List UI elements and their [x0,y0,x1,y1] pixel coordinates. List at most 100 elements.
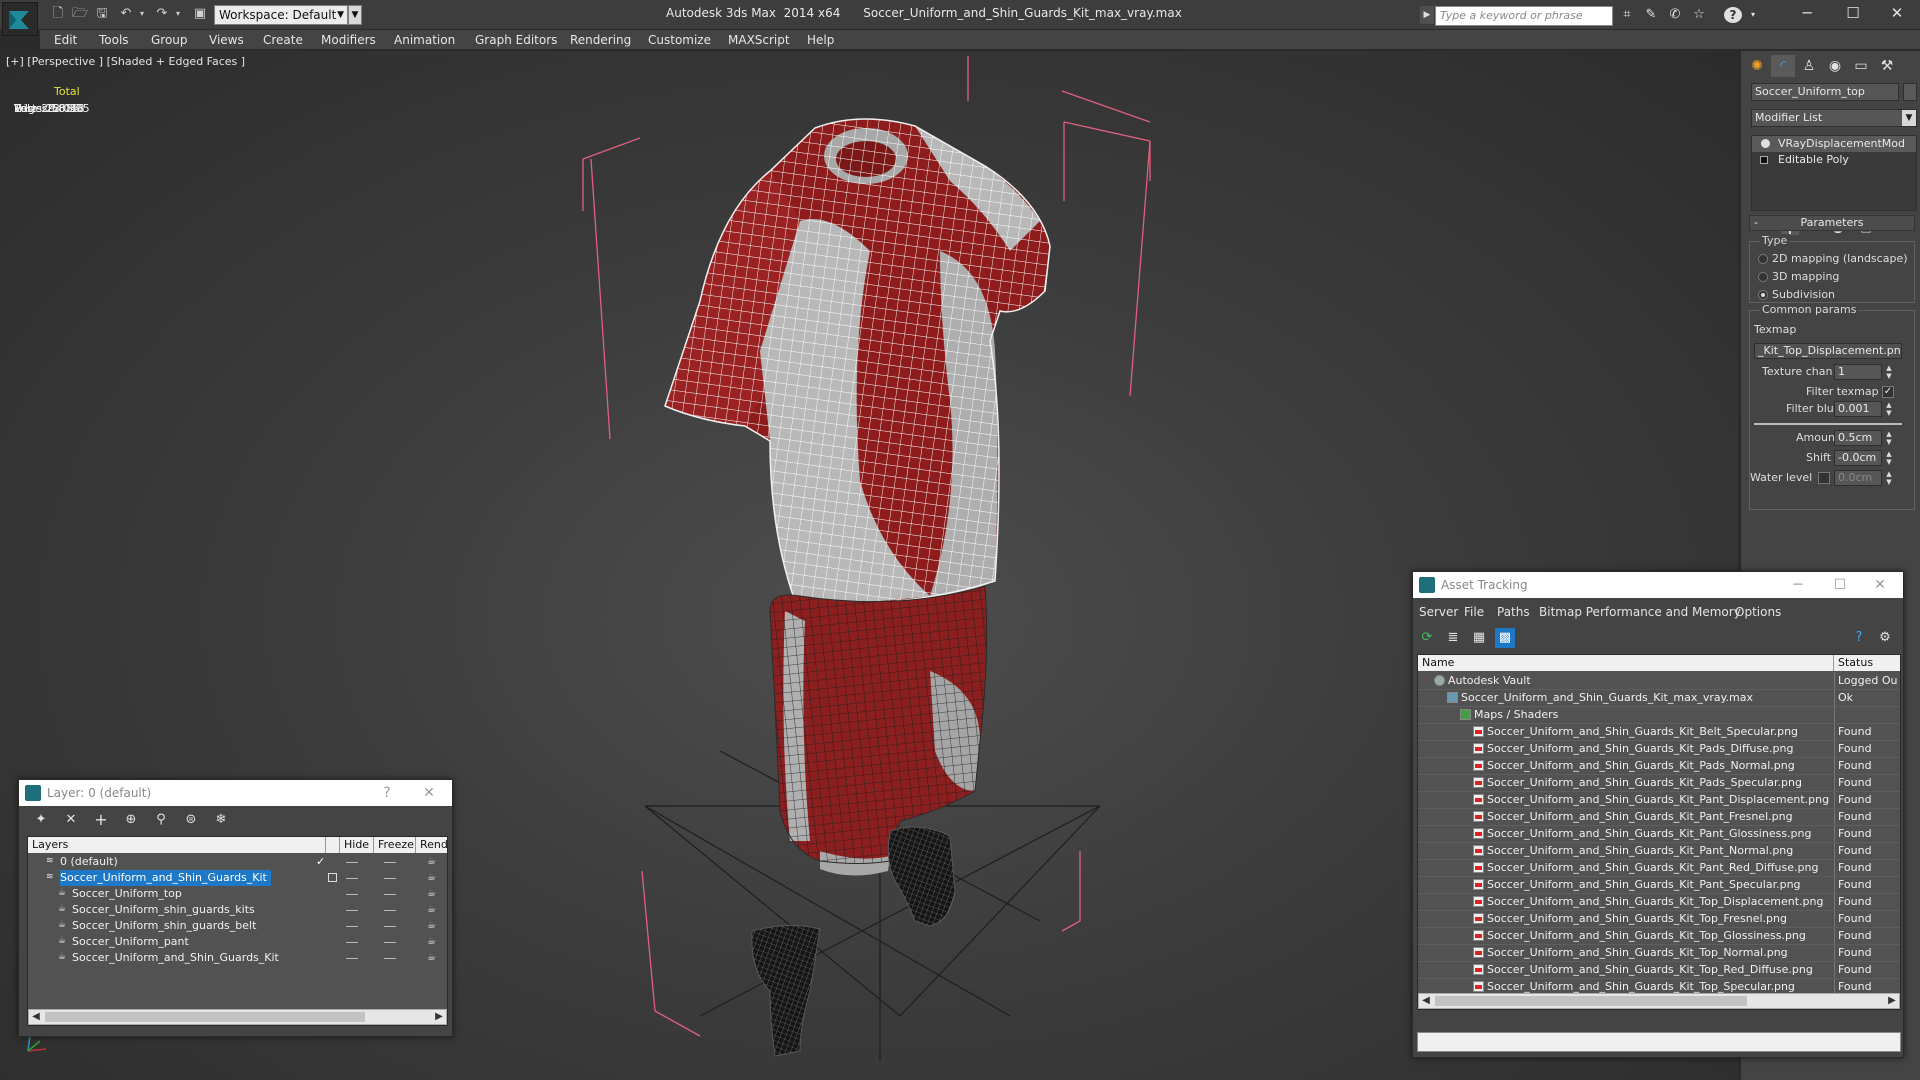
freeze-toggle[interactable] [384,862,396,863]
layer-row[interactable]: ☕ Soccer_Uniform_pant ☕ [28,934,447,950]
hide-toggle[interactable] [346,894,358,895]
radio-subdivision[interactable]: Subdivision [1758,288,1835,302]
radio-2d-mapping[interactable]: 2D mapping (landscape) [1758,252,1908,266]
asset-row[interactable]: Soccer_Uniform_and_Shin_Guards_Kit_Pant_… [1418,859,1900,876]
freeze-toggle[interactable] [384,910,396,911]
expand-icon[interactable] [1760,156,1768,164]
col-render[interactable]: Render [416,837,447,853]
viewport-label[interactable]: [+] [Perspective ] [Shaded + Edged Faces… [6,55,245,68]
layer-row[interactable]: ≋ 0 (default) ✓ ☕ [28,854,447,870]
col-layers[interactable]: Layers [28,837,326,853]
project-folder-icon[interactable]: ▣ [192,6,208,22]
refresh-icon[interactable]: ⟳ [1417,628,1437,648]
object-name-field[interactable]: Soccer_Uniform_top [1751,83,1899,101]
asset-row[interactable]: Soccer_Uniform_and_Shin_Guards_Kit_Pant_… [1418,808,1900,825]
stack-item-editable-poly[interactable]: Editable Poly [1752,152,1916,168]
menu-paths[interactable]: Paths [1497,605,1530,619]
scroll-right-icon[interactable]: ▶ [1885,994,1899,1008]
asset-row[interactable]: Soccer_Uniform_and_Shin_Guards_Kit_Pant_… [1418,842,1900,859]
asset-h-scrollbar[interactable]: ◀ ▶ [1418,993,1900,1009]
new-layer-icon[interactable]: ✦ [31,810,51,830]
asset-row[interactable]: Soccer_Uniform_and_Shin_Guards_Kit_Top_R… [1418,961,1900,978]
render-teapot-icon[interactable]: ☕ [427,870,436,886]
asset-row[interactable]: Soccer_Uniform_and_Shin_Guards_Kit_Pant_… [1418,791,1900,808]
menu-graph-editors[interactable]: Graph Editors [475,32,557,48]
texmap-button[interactable]: _Kit_Top_Displacement.png) [1754,343,1902,359]
menu-tools[interactable]: Tools [99,32,129,48]
asset-row[interactable]: Soccer_Uniform_and_Shin_Guards_Kit_Top_D… [1418,893,1900,910]
lightbulb-icon[interactable] [1761,139,1770,148]
help-icon[interactable]: ? [1849,628,1869,648]
filter-texmap-checkbox[interactable]: ✓ [1882,386,1894,398]
menu-options[interactable]: Options [1735,605,1781,619]
minimize-button[interactable]: ─ [1781,572,1815,598]
freeze-all-icon[interactable]: ❄ [211,810,231,830]
undo-icon[interactable]: ↶ [118,6,134,22]
shift-input[interactable]: -0.0cm [1834,450,1882,466]
menu-modifiers[interactable]: Modifiers [321,32,376,48]
set-current-layer-icon[interactable] [328,873,337,882]
menu-help[interactable]: Help [807,32,834,48]
maximize-button[interactable]: ☐ [1823,572,1857,598]
col-status[interactable]: Status [1834,655,1900,671]
filter-blur-input[interactable]: 0.001 [1834,401,1882,417]
menu-create[interactable]: Create [263,32,303,48]
favorites-star-icon[interactable]: ☆ [1690,7,1708,23]
freeze-toggle[interactable] [384,894,396,895]
list-view-icon[interactable]: ≣ [1443,628,1463,648]
menu-bitmap-performance[interactable]: Bitmap Performance and Memory [1539,605,1741,619]
amount-input[interactable]: 0.5cm [1834,430,1882,446]
asset-row[interactable]: Soccer_Uniform_and_Shin_Guards_Kit_Belt_… [1418,723,1900,740]
help-icon[interactable]: ? [1724,7,1742,23]
asset-row[interactable]: Soccer_Uniform_and_Shin_Guards_Kit_Top_N… [1418,944,1900,961]
render-teapot-icon[interactable]: ☕ [427,950,436,966]
layer-row[interactable]: ☕ Soccer_Uniform_shin_guards_belt ☕ [28,918,447,934]
help-dropdown-icon[interactable]: ▾ [1744,7,1762,23]
motion-tab-icon[interactable]: ◉ [1823,55,1847,77]
hide-toggle[interactable] [346,926,358,927]
menu-animation[interactable]: Animation [394,32,455,48]
asset-path-field[interactable] [1417,1032,1901,1052]
water-level-input[interactable]: 0.0cm [1834,470,1882,486]
col-hide[interactable]: Hide [340,837,374,853]
create-tab-icon[interactable]: ✺ [1745,55,1769,77]
freeze-toggle[interactable] [384,958,396,959]
keyword-search-input[interactable]: Type a keyword or phrase [1435,6,1613,26]
display-tab-icon[interactable]: ▭ [1849,55,1873,77]
scroll-left-icon[interactable]: ◀ [29,1010,43,1024]
texture-chan-input[interactable]: 1 [1834,364,1882,380]
scroll-thumb[interactable] [1435,996,1747,1006]
save-file-icon[interactable]: 🖫 [94,6,110,22]
workspace-select[interactable]: Workspace: Default ▼ [214,5,348,25]
menu-edit[interactable]: Edit [54,32,77,48]
scroll-left-icon[interactable]: ◀ [1419,994,1433,1008]
spinner-icon[interactable]: ▲ ▼ [1884,430,1894,446]
thumbnail-view-icon[interactable]: ▦ [1469,628,1489,648]
asset-row[interactable]: Soccer_Uniform_and_Shin_Guards_Kit_Top_F… [1418,910,1900,927]
parameters-rollout-header[interactable]: - Parameters [1749,215,1915,231]
layer-dialog-titlebar[interactable]: Layer: 0 (default) ? ✕ [19,780,452,806]
subscription-icon[interactable]: ✎ [1642,7,1660,23]
layer-row[interactable]: ☕ Soccer_Uniform_top ☕ [28,886,447,902]
table-view-icon[interactable]: ▩ [1495,628,1515,648]
communication-icon[interactable]: ✆ [1666,7,1684,23]
render-teapot-icon[interactable]: ☕ [427,886,436,902]
close-button[interactable]: ✕ [412,780,446,806]
select-objects-icon[interactable]: ⊕ [121,810,141,830]
redo-dropdown-icon[interactable]: ▾ [170,6,186,22]
render-teapot-icon[interactable]: ☕ [427,854,436,870]
layer-row[interactable]: ☕ Soccer_Uniform_shin_guards_kits ☕ [28,902,447,918]
hide-toggle[interactable] [346,942,358,943]
freeze-toggle[interactable] [384,926,396,927]
undo-dropdown-icon[interactable]: ▾ [134,6,150,22]
layer-row[interactable]: ☕ Soccer_Uniform_and_Shin_Guards_Kit ☕ [28,950,447,966]
hierarchy-tab-icon[interactable]: ♙ [1797,55,1821,77]
utilities-tab-icon[interactable]: ⚒ [1875,55,1899,77]
asset-row[interactable]: Soccer_Uniform_and_Shin_Guards_Kit_Pads_… [1418,757,1900,774]
close-button[interactable]: ✕ [1874,0,1920,26]
water-level-checkbox[interactable] [1818,472,1830,484]
quick-access-dropdown[interactable]: ▼ [348,5,362,25]
render-teapot-icon[interactable]: ☕ [427,902,436,918]
spinner-icon[interactable]: ▲ ▼ [1884,401,1894,417]
spinner-icon[interactable]: ▲ ▼ [1884,450,1894,466]
